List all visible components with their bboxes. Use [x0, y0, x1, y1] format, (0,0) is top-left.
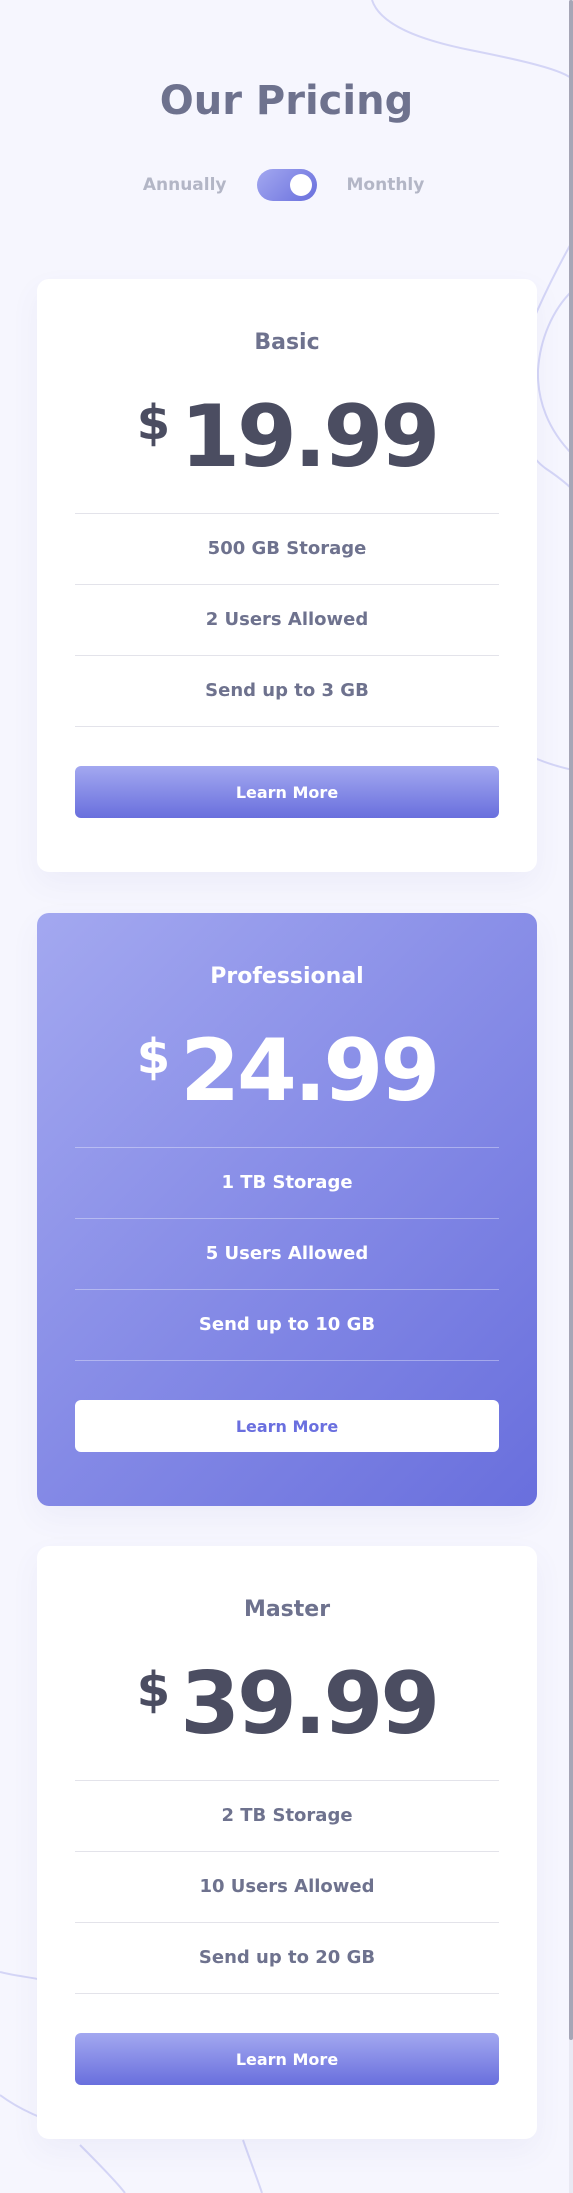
feature-item: 500 GB Storage — [75, 514, 499, 585]
plan-price: $ 39.99 — [37, 1654, 537, 1754]
page-title: Our Pricing — [159, 78, 414, 124]
feature-item: 2 TB Storage — [75, 1781, 499, 1852]
scrollbar[interactable] — [569, 0, 573, 2193]
billing-toggle: Annually Monthly — [0, 168, 573, 202]
toggle-knob — [289, 174, 312, 196]
feature-item: Send up to 20 GB — [75, 1923, 499, 1994]
plan-price: $ 24.99 — [37, 1021, 537, 1121]
learn-more-button[interactable]: Learn More — [75, 1400, 499, 1452]
price-amount: 24.99 — [180, 1021, 440, 1121]
plan-name: Professional — [210, 964, 364, 989]
feature-item: Send up to 10 GB — [75, 1290, 499, 1361]
plan-name: Basic — [254, 330, 320, 355]
price-amount: 19.99 — [180, 387, 440, 487]
plan-card-professional: Professional $ 24.99 1 TB Storage 5 User… — [37, 913, 537, 1506]
billing-switch[interactable] — [256, 169, 317, 201]
price-amount: 39.99 — [180, 1654, 440, 1754]
plan-price: $ 19.99 — [37, 387, 537, 487]
scrollbar-thumb[interactable] — [569, 0, 573, 2040]
currency-symbol: $ — [136, 395, 171, 451]
feature-list: 2 TB Storage 10 Users Allowed Send up to… — [75, 1780, 499, 1994]
feature-item: 10 Users Allowed — [75, 1852, 499, 1923]
feature-item: 1 TB Storage — [75, 1148, 499, 1219]
feature-item: 2 Users Allowed — [75, 585, 499, 656]
plan-card-basic: Basic $ 19.99 500 GB Storage 2 Users All… — [37, 279, 537, 872]
feature-item: 5 Users Allowed — [75, 1219, 499, 1290]
toggle-label-monthly[interactable]: Monthly — [347, 175, 455, 195]
feature-list: 1 TB Storage 5 Users Allowed Send up to … — [75, 1147, 499, 1361]
currency-symbol: $ — [136, 1662, 171, 1718]
learn-more-button[interactable]: Learn More — [75, 766, 499, 818]
feature-list: 500 GB Storage 2 Users Allowed Send up t… — [75, 513, 499, 727]
plan-card-master: Master $ 39.99 2 TB Storage 10 Users All… — [37, 1546, 537, 2139]
plan-name: Master — [243, 1597, 331, 1622]
currency-symbol: $ — [136, 1029, 171, 1085]
learn-more-button[interactable]: Learn More — [75, 2033, 499, 2085]
toggle-label-annually[interactable]: Annually — [119, 175, 227, 195]
feature-item: Send up to 3 GB — [75, 656, 499, 727]
